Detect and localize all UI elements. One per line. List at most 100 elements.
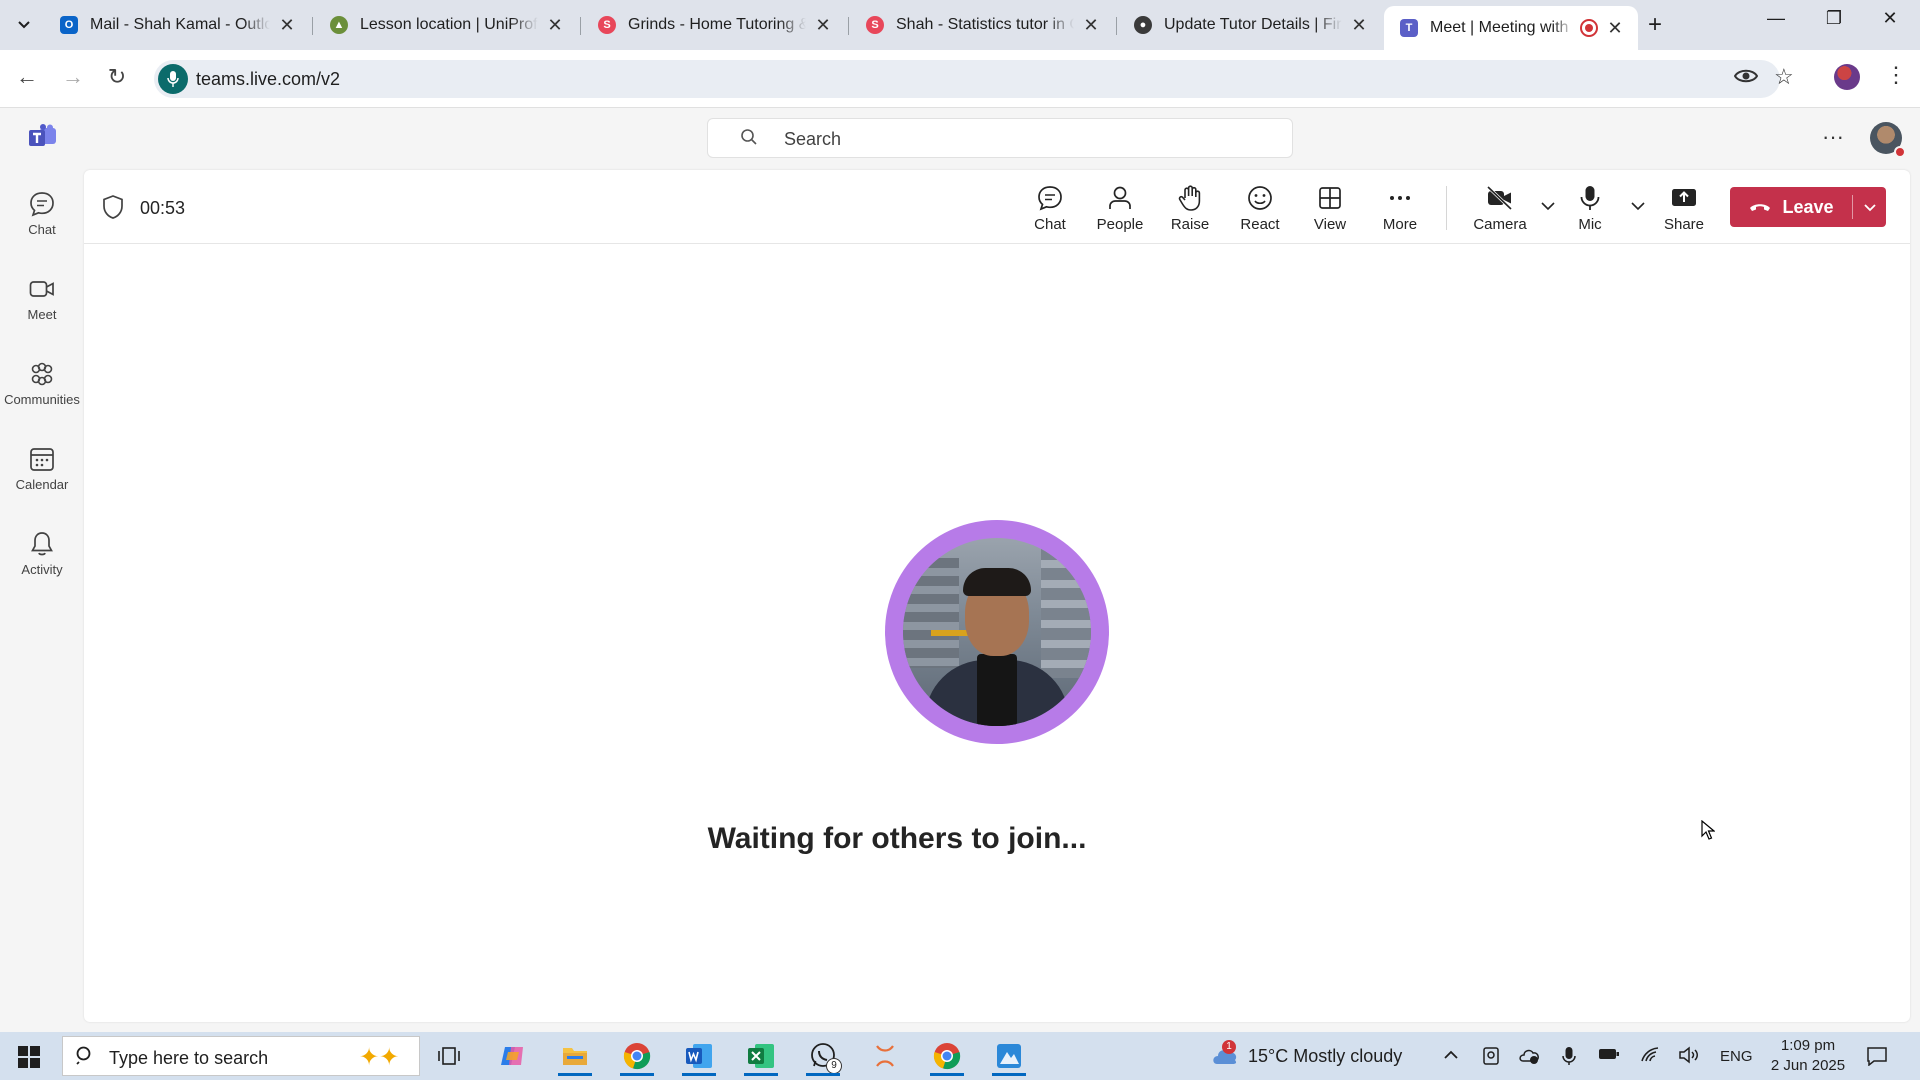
rail-item-communities[interactable]: Communities (0, 352, 84, 422)
close-window-icon[interactable]: ✕ (1870, 8, 1910, 29)
mic-button[interactable]: Mic (1558, 180, 1622, 238)
mic-site-icon[interactable] (158, 64, 188, 94)
more-options-icon[interactable]: ··· (1822, 124, 1844, 150)
browser-tab-statistics-tutor[interactable]: S Shah - Statistics tutor in Co ✕ (850, 6, 1114, 44)
rail-item-meet[interactable]: Meet (0, 267, 84, 337)
tab-title: Shah - Statistics tutor in Co (896, 16, 1074, 33)
superprof-icon: S (866, 16, 884, 34)
close-tab-icon[interactable]: ✕ (1082, 15, 1100, 36)
wifi-icon[interactable] (1640, 1046, 1662, 1066)
more-button[interactable]: More (1368, 180, 1432, 238)
show-hidden-icons-chevron-icon[interactable] (1440, 1046, 1462, 1066)
browser-profile-avatar[interactable] (1834, 64, 1860, 90)
browser-tab-outlook[interactable]: O Mail - Shah Kamal - Outlook ✕ (44, 6, 310, 44)
leave-label: Leave (1782, 196, 1834, 217)
eye-icon[interactable] (1733, 68, 1759, 89)
taskbar-search-input[interactable]: Type here to search ✦✦ (62, 1036, 420, 1076)
firsttutors-icon: ● (1134, 16, 1152, 34)
raise-hand-button[interactable]: Raise (1158, 180, 1222, 238)
browser-tab-teams-meeting[interactable]: T Meet | Meeting with Sh ✕ (1384, 6, 1638, 50)
new-tab-plus-icon[interactable]: + (1648, 11, 1662, 39)
notifications-icon[interactable] (1866, 1046, 1888, 1066)
onedrive-sync-icon[interactable] (1518, 1046, 1540, 1066)
weather-alert-badge: 1 (1222, 1040, 1236, 1054)
tab-title: Mail - Shah Kamal - Outlook (90, 16, 270, 33)
copilot-icon[interactable] (490, 1036, 536, 1076)
person-icon (1109, 186, 1131, 209)
meeting-timer: 00:53 (140, 198, 186, 218)
share-button[interactable]: Share (1652, 180, 1716, 238)
close-tab-icon[interactable]: ✕ (546, 15, 564, 36)
browser-tab-first-tutors[interactable]: ● Update Tutor Details | First ✕ (1118, 6, 1382, 44)
weather-text[interactable]: 15°C Mostly cloudy (1248, 1032, 1402, 1080)
camera-button[interactable]: Camera (1460, 180, 1540, 238)
windows-taskbar: Type here to search ✦✦ 9 1 15°C Mostly c… (0, 1032, 1920, 1080)
camera-label: Camera (1473, 216, 1527, 233)
chat-button[interactable]: Chat (1018, 180, 1082, 238)
windows-start-icon[interactable] (18, 1046, 40, 1068)
taskbar-search-placeholder: Type here to search (109, 1048, 269, 1068)
tab-title: Grinds - Home Tutoring & (628, 16, 806, 33)
shield-icon[interactable] (102, 194, 124, 220)
word-icon[interactable] (676, 1036, 722, 1076)
tab-search-chevron-icon[interactable] (10, 12, 38, 38)
control-divider (1446, 186, 1447, 230)
react-button[interactable]: React (1228, 180, 1292, 238)
communities-icon (31, 362, 53, 386)
react-label: React (1240, 216, 1280, 233)
volume-icon[interactable] (1678, 1046, 1700, 1066)
presence-busy-icon (1894, 146, 1906, 158)
forward-arrow-icon[interactable]: → (58, 64, 88, 90)
leave-options-chevron-icon[interactable] (1854, 187, 1886, 227)
browser-tab-strip: O Mail - Shah Kamal - Outlook ✕ ▲ Lesson… (0, 0, 1920, 50)
browser-tab-uniprof[interactable]: ▲ Lesson location | UniProf ✕ (314, 6, 578, 44)
camera-options-chevron-icon[interactable] (1538, 196, 1558, 216)
search-icon (75, 1045, 95, 1071)
rail-item-activity[interactable]: Activity (0, 522, 84, 592)
chrome-profile-icon[interactable] (924, 1036, 970, 1076)
recording-icon (1580, 19, 1598, 37)
meet-now-icon[interactable] (1480, 1046, 1502, 1066)
restore-icon[interactable]: ❐ (1814, 8, 1854, 29)
waiting-message: Waiting for others to join... (707, 822, 1087, 855)
teams-logo-icon[interactable] (28, 124, 58, 150)
chrome-icon[interactable] (614, 1036, 660, 1076)
close-tab-icon[interactable]: ✕ (278, 15, 296, 36)
bookmark-star-icon[interactable]: ☆ (1774, 64, 1794, 90)
minimize-icon[interactable]: — (1756, 8, 1796, 29)
share-label: Share (1663, 216, 1705, 233)
snipping-tool-icon[interactable] (862, 1036, 908, 1076)
teams-search-input[interactable]: Search (707, 118, 1293, 158)
mic-label: Mic (1578, 216, 1602, 233)
task-view-icon[interactable] (426, 1036, 472, 1076)
leave-divider (1852, 195, 1853, 219)
file-explorer-icon[interactable] (552, 1036, 598, 1076)
whatsapp-icon[interactable]: 9 (800, 1036, 846, 1076)
view-button[interactable]: View (1298, 180, 1362, 238)
mic-options-chevron-icon[interactable] (1628, 196, 1648, 216)
address-bar[interactable]: teams.live.com/v2 ☆ (154, 60, 1794, 98)
input-language[interactable]: ENG (1720, 1032, 1753, 1080)
system-clock[interactable]: 1:09 pm 2 Jun 2025 (1762, 1036, 1854, 1076)
browser-tab-grinds[interactable]: S Grinds - Home Tutoring & ✕ (582, 6, 846, 44)
photos-app-icon[interactable] (986, 1036, 1032, 1076)
tab-title: Update Tutor Details | First (1164, 16, 1342, 33)
rail-item-calendar[interactable]: Calendar (0, 437, 84, 507)
close-tab-icon[interactable]: ✕ (1606, 18, 1624, 39)
reload-icon[interactable]: ↻ (102, 64, 132, 90)
rail-label: Activity (21, 562, 63, 577)
close-tab-icon[interactable]: ✕ (1350, 15, 1368, 36)
excel-icon[interactable] (738, 1036, 784, 1076)
microphone-in-use-icon[interactable] (1558, 1046, 1580, 1066)
close-tab-icon[interactable]: ✕ (814, 15, 832, 36)
browser-menu-icon[interactable]: ⋮ (1885, 62, 1907, 88)
chat-label: Chat (1034, 216, 1066, 233)
back-arrow-icon[interactable]: ← (12, 64, 42, 90)
people-button[interactable]: People (1088, 180, 1152, 238)
rail-item-chat[interactable]: Chat (0, 182, 84, 252)
leave-button[interactable]: Leave (1730, 187, 1852, 227)
meeting-control-bar: 00:53 Chat People Raise React View More (84, 170, 1910, 244)
battery-icon[interactable] (1598, 1046, 1620, 1066)
rail-label: Meet (27, 307, 57, 322)
emoji-icon (1248, 186, 1272, 210)
